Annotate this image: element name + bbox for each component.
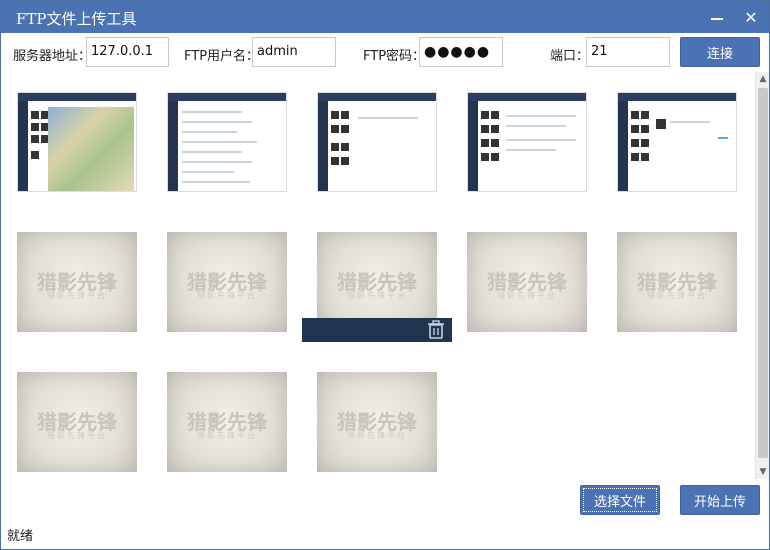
- file-thumbnail[interactable]: 猎影先锋 猎影先锋平台: [617, 232, 737, 332]
- vertical-scrollbar[interactable]: ▲ ▼: [755, 72, 769, 479]
- file-thumbnail[interactable]: 猎影先锋 猎影先锋平台: [317, 372, 437, 472]
- watermark-subtext: 猎影先锋平台: [347, 431, 407, 440]
- watermark-subtext: 猎影先锋平台: [197, 291, 257, 300]
- username-label: FTP用户名：: [184, 49, 260, 64]
- watermark-subtext: 猎影先锋平台: [647, 291, 707, 300]
- file-thumbnail[interactable]: [167, 92, 287, 192]
- watermark-subtext: 猎影先锋平台: [47, 431, 107, 440]
- trash-icon[interactable]: [426, 320, 446, 340]
- connect-button[interactable]: 连接: [680, 37, 760, 67]
- username-input[interactable]: admin: [252, 37, 336, 67]
- port-label: 端口：: [550, 49, 590, 64]
- choose-file-button[interactable]: 选择文件: [580, 485, 660, 515]
- file-thumbnail[interactable]: [17, 92, 137, 192]
- file-thumbnail[interactable]: 猎影先锋 猎影先锋平台: [167, 372, 287, 472]
- minimize-icon[interactable]: [705, 5, 729, 29]
- thumbnail-hover-bar: [302, 318, 452, 342]
- close-icon[interactable]: ✕: [739, 5, 763, 29]
- window-title: FTP文件上传工具: [16, 10, 137, 28]
- password-input[interactable]: ●●●●●: [419, 37, 503, 67]
- scroll-thumb[interactable]: [758, 88, 768, 458]
- file-thumbnail[interactable]: [617, 92, 737, 192]
- watermark-subtext: 猎影先锋平台: [197, 431, 257, 440]
- status-text: 就绪: [7, 529, 34, 544]
- server-address-input[interactable]: 127.0.0.1: [86, 37, 169, 67]
- connection-toolbar: 服务器地址： 127.0.0.1 FTP用户名： admin FTP密码： ●●…: [1, 33, 769, 71]
- password-label: FTP密码：: [363, 49, 426, 64]
- file-thumbnail[interactable]: [467, 92, 587, 192]
- file-gallery: 猎影先锋 猎影先锋平台 猎影先锋 猎影先锋平台 猎影先锋 猎影先锋平台 猎影先锋…: [2, 72, 754, 479]
- file-thumbnail[interactable]: 猎影先锋 猎影先锋平台: [167, 232, 287, 332]
- port-input[interactable]: 21: [586, 37, 670, 67]
- watermark-subtext: 猎影先锋平台: [347, 291, 407, 300]
- server-label: 服务器地址：: [13, 49, 92, 64]
- watermark-subtext: 猎影先锋平台: [497, 291, 557, 300]
- file-thumbnail[interactable]: 猎影先锋 猎影先锋平台: [17, 372, 137, 472]
- file-thumbnail[interactable]: 猎影先锋 猎影先锋平台: [17, 232, 137, 332]
- watermark-subtext: 猎影先锋平台: [47, 291, 107, 300]
- file-thumbnail[interactable]: [317, 92, 437, 192]
- title-bar: FTP文件上传工具 ✕: [1, 1, 769, 33]
- scroll-up-icon[interactable]: ▲: [756, 72, 770, 86]
- start-upload-button[interactable]: 开始上传: [680, 485, 760, 515]
- file-thumbnail[interactable]: 猎影先锋 猎影先锋平台: [467, 232, 587, 332]
- file-thumbnail[interactable]: 猎影先锋 猎影先锋平台: [317, 232, 437, 332]
- ftp-upload-window: FTP文件上传工具 ✕ 服务器地址： 127.0.0.1 FTP用户名： adm…: [0, 0, 770, 550]
- scroll-down-icon[interactable]: ▼: [756, 465, 770, 479]
